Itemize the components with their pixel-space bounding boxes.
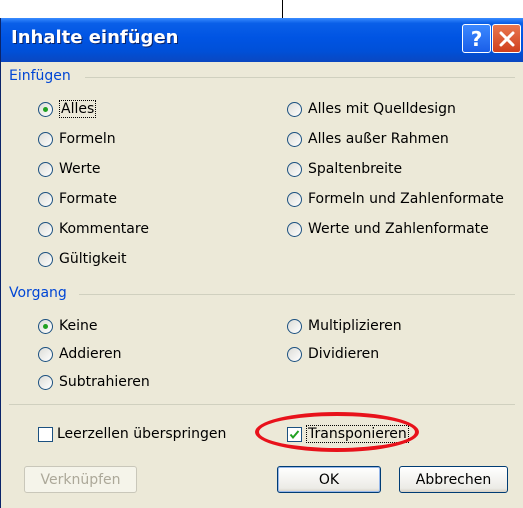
radio-label: Formeln xyxy=(59,131,116,147)
ok-button-label: OK xyxy=(318,471,340,488)
group-einfuegen-divider xyxy=(85,77,515,78)
checkmark-icon xyxy=(289,429,300,439)
skip-blanks-checkbox[interactable]: Leerzellen überspringen xyxy=(38,424,226,444)
radio-gueltigkeit[interactable]: Gültigkeit xyxy=(38,249,126,269)
close-icon xyxy=(499,31,514,46)
radio-formeln[interactable]: Formeln xyxy=(38,129,116,149)
link-button[interactable]: Verknüpfen xyxy=(24,466,137,493)
radio-indicator xyxy=(38,161,53,177)
radio-label: Kommentare xyxy=(59,221,149,237)
radio-label: Spaltenbreite xyxy=(308,161,403,177)
radio-indicator xyxy=(287,131,302,147)
radio-keine[interactable]: Keine xyxy=(38,316,97,336)
radio-indicator xyxy=(38,131,53,147)
radio-label: Werte und Zahlenformate xyxy=(308,221,489,237)
cancel-button[interactable]: Abbrechen xyxy=(399,466,508,493)
radio-formate[interactable]: Formate xyxy=(38,189,117,209)
radio-label: Subtrahieren xyxy=(59,374,150,390)
radio-indicator xyxy=(287,191,302,207)
group-vorgang-divider xyxy=(79,294,515,295)
radio-indicator xyxy=(38,318,53,334)
close-button[interactable] xyxy=(492,24,521,53)
ok-button[interactable]: OK xyxy=(277,466,381,493)
radio-alles-mit-quelldesign[interactable]: Alles mit Quelldesign xyxy=(287,99,456,119)
radio-indicator xyxy=(38,251,53,267)
radio-alles-ausser-rahmen[interactable]: Alles außer Rahmen xyxy=(287,129,449,149)
radio-label: Werte xyxy=(59,161,101,177)
radio-indicator xyxy=(38,374,53,390)
radio-label: Multiplizieren xyxy=(308,318,402,334)
radio-formeln-und-zahlenformate[interactable]: Formeln und Zahlenformate xyxy=(287,189,504,209)
radio-alles[interactable]: Alles xyxy=(38,99,97,119)
radio-multiplizieren[interactable]: Multiplizieren xyxy=(287,316,402,336)
radio-label: Alles außer Rahmen xyxy=(308,131,449,147)
radio-werte-und-zahlenformate[interactable]: Werte und Zahlenformate xyxy=(287,219,489,239)
cancel-button-label: Abbrechen xyxy=(415,471,492,488)
radio-label: Keine xyxy=(59,318,98,334)
radio-label: Addieren xyxy=(59,346,122,362)
link-button-label: Verknüpfen xyxy=(40,471,121,488)
radio-werte[interactable]: Werte xyxy=(38,159,101,179)
title-bar[interactable]: Inhalte einfügen ? xyxy=(1,18,523,62)
help-icon: ? xyxy=(470,26,483,51)
radio-indicator xyxy=(38,191,53,207)
radio-label: Formate xyxy=(59,191,117,207)
checkbox-label: Transponieren xyxy=(306,425,409,443)
paste-special-dialog: Inhalte einfügen ? Einfügen Alles Formel… xyxy=(0,18,523,508)
radio-spaltenbreite[interactable]: Spaltenbreite xyxy=(287,159,402,179)
radio-indicator xyxy=(38,101,53,117)
radio-addieren[interactable]: Addieren xyxy=(38,344,122,364)
options-divider xyxy=(9,404,515,405)
help-button[interactable]: ? xyxy=(462,24,491,53)
radio-indicator xyxy=(38,221,53,237)
transpose-checkbox[interactable]: Transponieren xyxy=(287,424,409,444)
group-vorgang-label: Vorgang xyxy=(9,285,67,301)
radio-indicator xyxy=(287,161,302,177)
checkbox-label: Leerzellen überspringen xyxy=(57,426,227,442)
checkbox-box xyxy=(287,426,302,442)
radio-label: Gültigkeit xyxy=(59,251,127,267)
radio-indicator xyxy=(287,221,302,237)
radio-label: Alles mit Quelldesign xyxy=(308,101,456,117)
dialog-title: Inhalte einfügen xyxy=(11,27,179,48)
group-einfuegen-label: Einfügen xyxy=(9,68,71,84)
background-line xyxy=(282,0,283,18)
radio-indicator xyxy=(287,318,302,334)
radio-dividieren[interactable]: Dividieren xyxy=(287,344,379,364)
radio-label: Alles xyxy=(59,100,97,118)
radio-kommentare[interactable]: Kommentare xyxy=(38,219,149,239)
radio-indicator xyxy=(287,346,302,362)
radio-indicator xyxy=(287,101,302,117)
radio-subtrahieren[interactable]: Subtrahieren xyxy=(38,372,150,392)
radio-label: Formeln und Zahlenformate xyxy=(308,191,504,207)
checkbox-box xyxy=(38,426,53,442)
radio-indicator xyxy=(38,346,53,362)
radio-label: Dividieren xyxy=(308,346,380,362)
